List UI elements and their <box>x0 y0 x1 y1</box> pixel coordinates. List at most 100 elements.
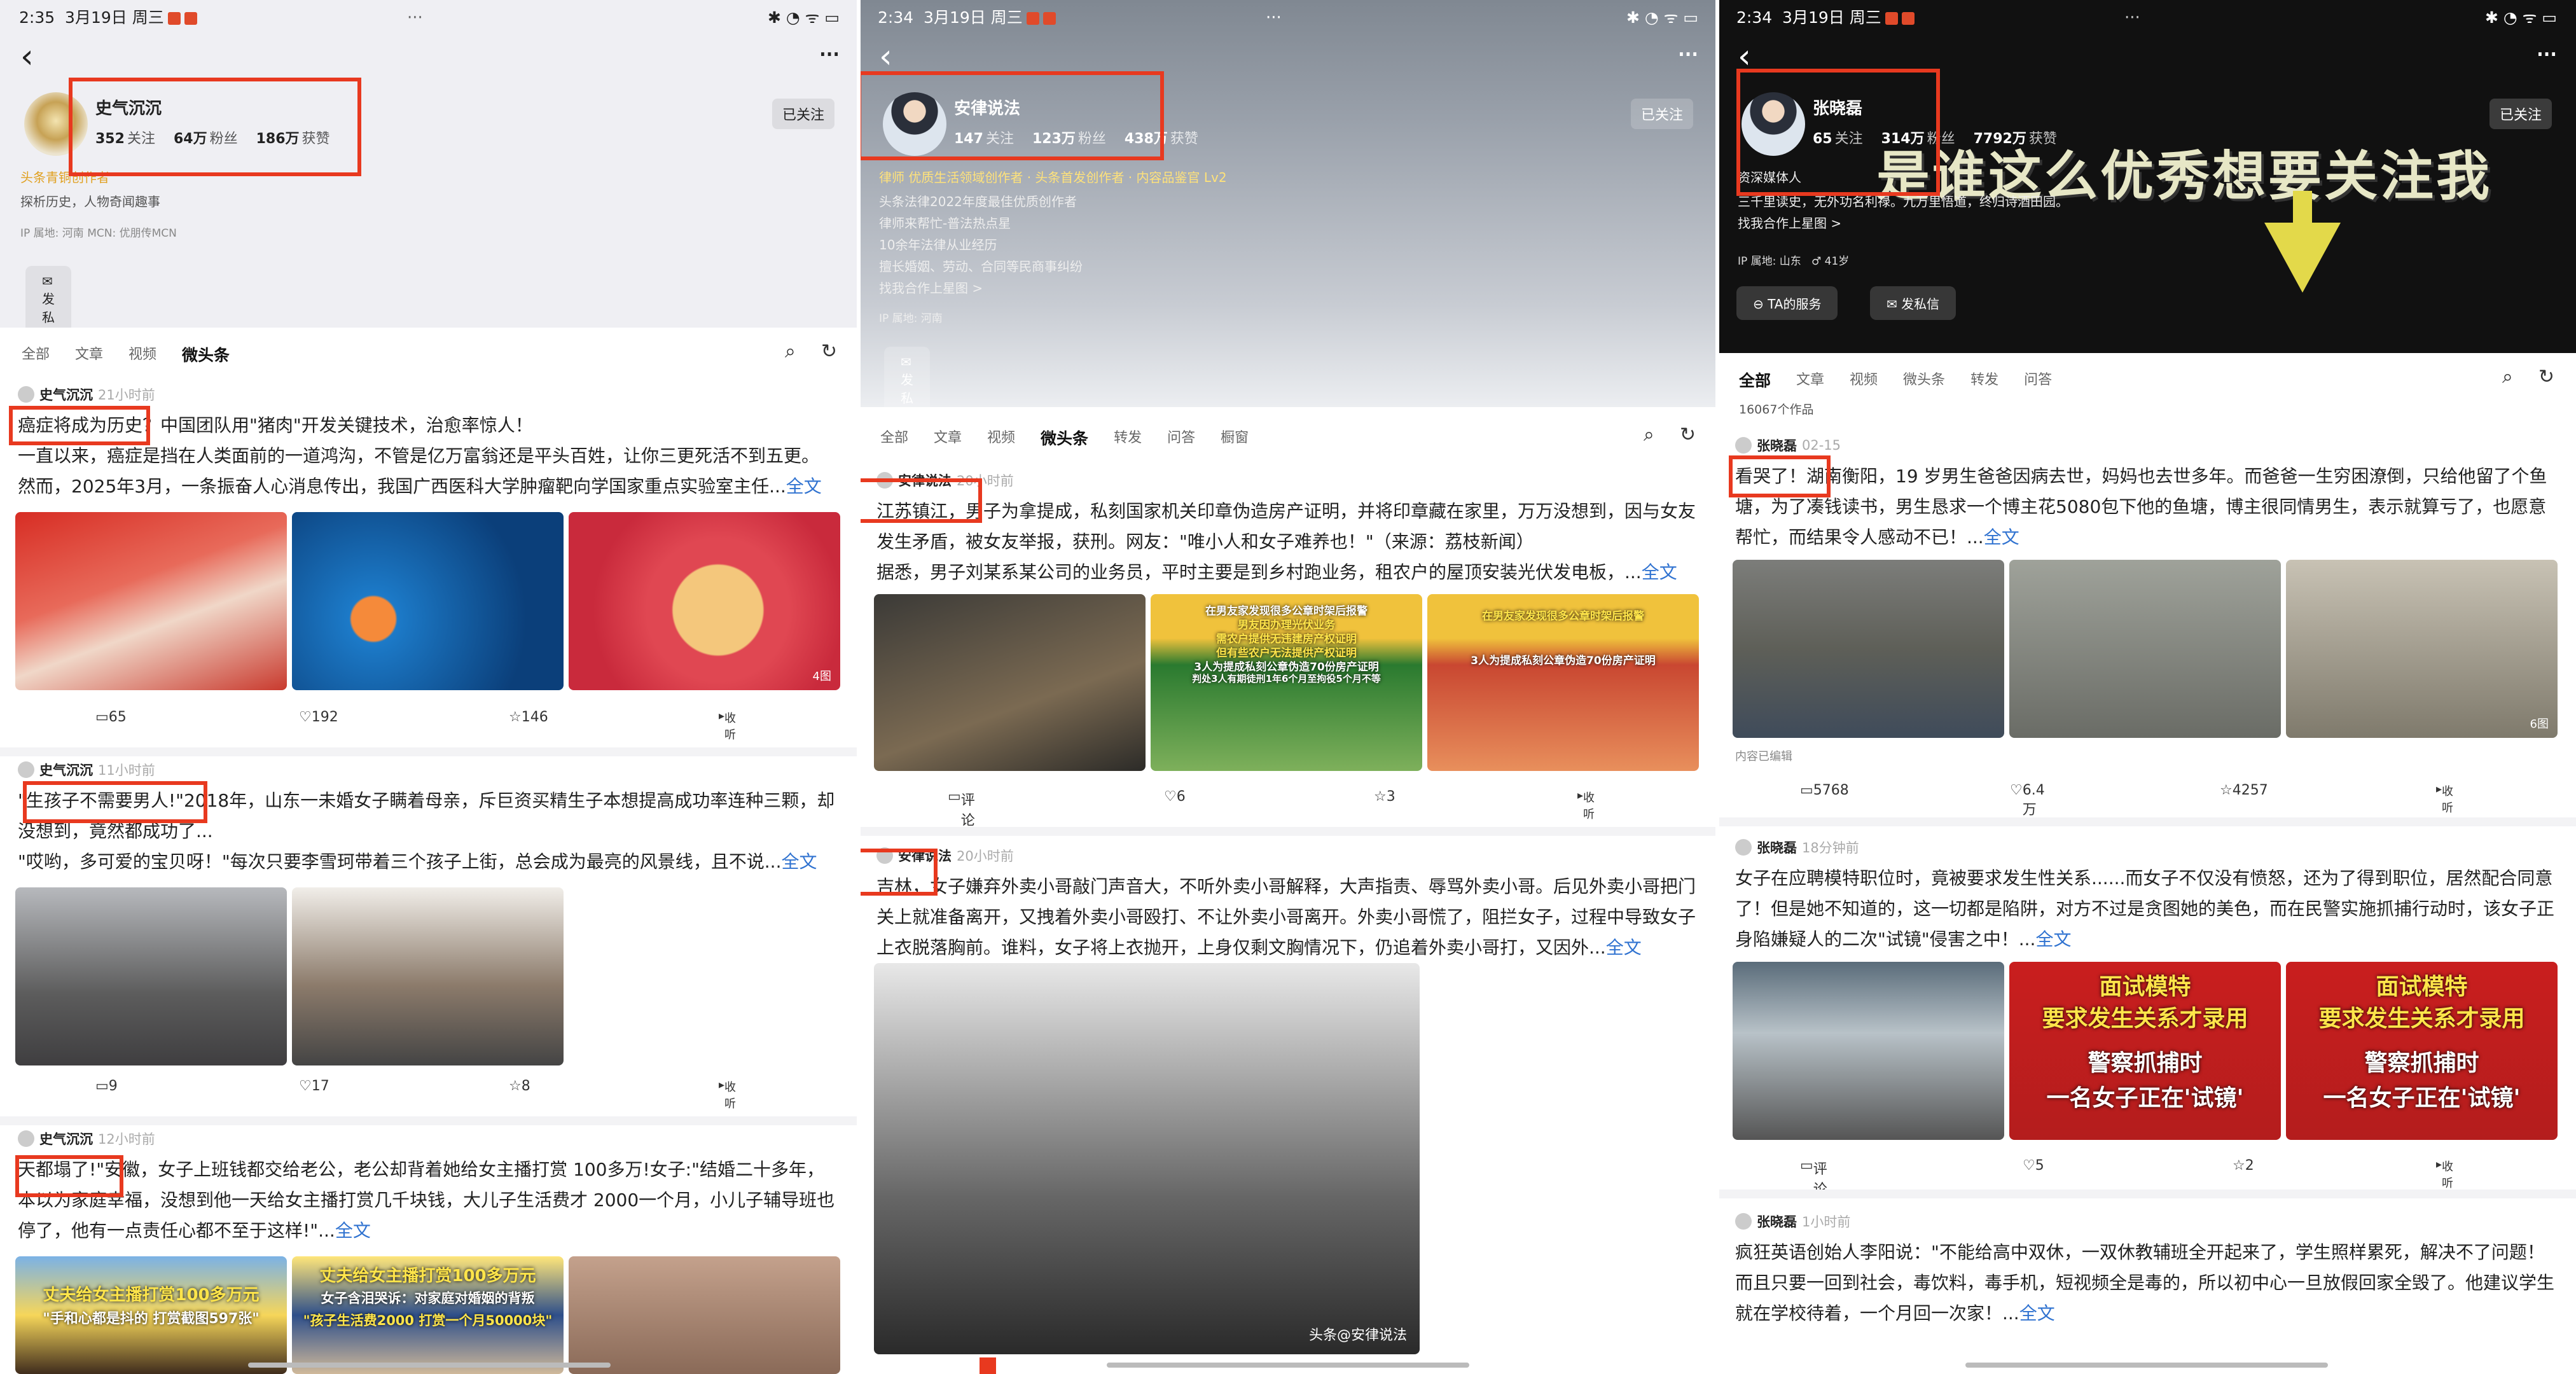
back-icon[interactable]: ‹ <box>20 39 34 74</box>
status-bar: 2:34 3月19日 周三 <box>878 5 1056 31</box>
tab-articles[interactable]: 文章 <box>934 426 962 449</box>
tab-videos[interactable]: 视频 <box>987 426 1015 449</box>
more-icon[interactable]: ··· <box>2535 37 2558 71</box>
post-image[interactable] <box>15 887 287 1065</box>
tab-all[interactable]: 全部 <box>22 343 50 366</box>
comment-action[interactable]: ▭ 65 <box>95 709 127 725</box>
post-image[interactable]: 丈夫给女主播打赏100多万元 "手和心都是抖的 打赏截图597张" <box>15 1256 287 1374</box>
tab-shop[interactable]: 橱窗 <box>1221 426 1249 449</box>
post-image[interactable]: 丈夫给女主播打赏100多万元 女子含泪哭诉：对家庭对婚姻的背叛 "孩子生活费20… <box>292 1256 564 1374</box>
post-user[interactable]: 史气沉沉 <box>39 1129 93 1148</box>
tab-micro[interactable]: 微头条 <box>182 343 230 366</box>
post-image[interactable]: 在男友家发现很多公章时架后报警 男友因办理光伏业务 需农户提供无违建房产权证明 … <box>1151 594 1422 771</box>
follow-button[interactable]: 已关注 <box>2489 99 2552 129</box>
star-action[interactable]: ☆ 4257 <box>2220 782 2268 798</box>
post[interactable]: 安律说法 20小时前 江苏镇江，男子为拿提成，私刻国家机关印章伪造房产证明，并将印… <box>859 471 1717 808</box>
follow-button[interactable]: 已关注 <box>1630 99 1693 129</box>
post-image[interactable] <box>874 594 1146 771</box>
post-image[interactable]: 6图 <box>2286 560 2558 738</box>
more-link[interactable]: 全文 <box>786 476 822 497</box>
post[interactable]: 张晓磊 18分钟前 女子在应聘模特职位时，竟被要求发生性关系......而女子不仅… <box>1717 838 2576 1149</box>
search-icon[interactable]: ⌕ <box>785 340 796 363</box>
tab-qa[interactable]: 问答 <box>2024 368 2052 391</box>
more-icon[interactable]: ··· <box>818 37 841 71</box>
comment-action[interactable]: ▭ 评论 <box>948 789 975 829</box>
post-user[interactable]: 史气沉沉 <box>39 760 93 779</box>
comment-action[interactable]: ▭ 9 <box>95 1078 118 1094</box>
post[interactable]: 张晓磊 02-15 看哭了！湖南衡阳，19 岁男生爸爸因病去世，妈妈也去世多年。而… <box>1717 436 2576 773</box>
post-user[interactable]: 张晓磊 <box>1757 1212 1797 1231</box>
post-user[interactable]: 史气沉沉 <box>39 385 93 404</box>
collect-action[interactable]: ▸ 收听 <box>719 709 736 742</box>
send-message-label: 发私信 <box>1901 296 1940 312</box>
send-message-button[interactable]: ✉ 发私信 <box>1870 286 1956 320</box>
tab-micro[interactable]: 微头条 <box>1041 426 1088 449</box>
more-link[interactable]: 全文 <box>1984 527 2019 548</box>
post-image[interactable] <box>1733 962 2004 1140</box>
post-user[interactable]: 张晓磊 <box>1757 436 1797 455</box>
tab-articles[interactable]: 文章 <box>1796 368 1824 391</box>
tab-all[interactable]: 全部 <box>880 426 908 449</box>
notification-icon <box>184 12 197 25</box>
post[interactable]: 安律说法 20小时前 吉林，女子嫌弃外卖小哥敲门声音大，不听外卖小哥解释，大声指责… <box>859 846 1717 1374</box>
star-action[interactable]: ☆ 3 <box>1374 789 1395 805</box>
post-image[interactable]: 4图 <box>569 512 840 690</box>
post-image[interactable] <box>15 512 287 690</box>
post-image[interactable]: 头条@安律说法 <box>874 963 1420 1354</box>
comment-action[interactable]: ▭ 评论 <box>1800 1158 1827 1198</box>
status-time: 2:35 <box>19 8 55 27</box>
post-image[interactable] <box>1733 560 2004 738</box>
likes-label: 获赞 <box>1170 131 1198 147</box>
post-image[interactable]: 在男友家发现很多公章时架后报警 3人为提成私刻公章伪造70份房产证明 <box>1427 594 1699 771</box>
like-action[interactable]: ♡ 17 <box>299 1078 329 1094</box>
collect-action[interactable]: ▸ 收听 <box>719 1078 736 1111</box>
post-image[interactable] <box>292 887 564 1065</box>
post-image[interactable] <box>2009 560 2281 738</box>
star-action[interactable]: ☆ 8 <box>509 1078 530 1094</box>
more-link[interactable]: 全文 <box>781 851 817 872</box>
more-icon[interactable]: ··· <box>1677 37 1700 71</box>
more-link[interactable]: 全文 <box>2019 1303 2055 1324</box>
star-action[interactable]: ☆ 146 <box>509 709 548 725</box>
star-action[interactable]: ☆ 2 <box>2233 1158 2254 1174</box>
post[interactable]: 张晓磊 1小时前 疯狂英语创始人李阳说："不能给高中双休，一双休教辅班全开起来了，… <box>1717 1212 2576 1374</box>
post-image[interactable] <box>292 512 564 690</box>
more-link[interactable]: 全文 <box>1642 562 1677 583</box>
tab-repost[interactable]: 转发 <box>1114 426 1142 449</box>
refresh-icon[interactable]: ↻ <box>2538 366 2554 388</box>
post-image[interactable]: 面试模特 要求发生关系才录用 警察抓捕时 一名女子正在'试镜' <box>2009 962 2281 1140</box>
more-link[interactable]: 全文 <box>1606 937 1642 958</box>
post-image[interactable]: 面试模特 要求发生关系才录用 警察抓捕时 一名女子正在'试镜' <box>2286 962 2558 1140</box>
tab-videos[interactable]: 视频 <box>128 343 156 366</box>
post[interactable]: 史气沉沉 12小时前 天都塌了!"安徽，女子上班钱都交给老公，老公却背着她给女主播… <box>0 1129 859 1374</box>
refresh-icon[interactable]: ↻ <box>1680 424 1696 446</box>
back-icon[interactable]: ‹ <box>879 39 892 74</box>
post-user[interactable]: 张晓磊 <box>1757 838 1797 857</box>
highlight-box <box>23 781 207 823</box>
comment-action[interactable]: ▭ 5768 <box>1800 782 1849 798</box>
follow-button[interactable]: 已关注 <box>772 99 834 129</box>
service-button[interactable]: ⊖ TA的服务 <box>1736 286 1838 320</box>
tab-repost[interactable]: 转发 <box>1970 368 1998 391</box>
collect-action[interactable]: ▸ 收听 <box>2436 1158 2453 1190</box>
collect-action[interactable]: ▸ 收听 <box>1577 789 1595 821</box>
tab-qa[interactable]: 问答 <box>1167 426 1195 449</box>
post-image[interactable] <box>569 1256 840 1374</box>
tab-all[interactable]: 全部 <box>1739 368 1771 391</box>
more-link[interactable]: 全文 <box>2035 929 2071 950</box>
tab-icons: ⌕ ↻ <box>785 340 837 363</box>
collect-action[interactable]: ▸ 收听 <box>2436 782 2453 815</box>
like-action[interactable]: ♡ 6 <box>1164 789 1186 805</box>
like-action[interactable]: ♡ 192 <box>299 709 338 725</box>
like-count: 192 <box>311 709 338 725</box>
search-icon[interactable]: ⌕ <box>1644 424 1654 446</box>
refresh-icon[interactable]: ↻ <box>821 340 837 363</box>
search-icon[interactable]: ⌕ <box>2502 366 2513 388</box>
more-link[interactable]: 全文 <box>335 1220 371 1241</box>
tab-videos[interactable]: 视频 <box>1850 368 1878 391</box>
image-grid: 丈夫给女主播打赏100多万元 "手和心都是抖的 打赏截图597张" 丈夫给女主播… <box>15 1256 840 1374</box>
like-action[interactable]: ♡ 5 <box>2023 1158 2044 1174</box>
like-action[interactable]: ♡ 6.4万 <box>2010 782 2045 818</box>
tab-micro[interactable]: 微头条 <box>1903 368 1945 391</box>
tab-articles[interactable]: 文章 <box>75 343 103 366</box>
